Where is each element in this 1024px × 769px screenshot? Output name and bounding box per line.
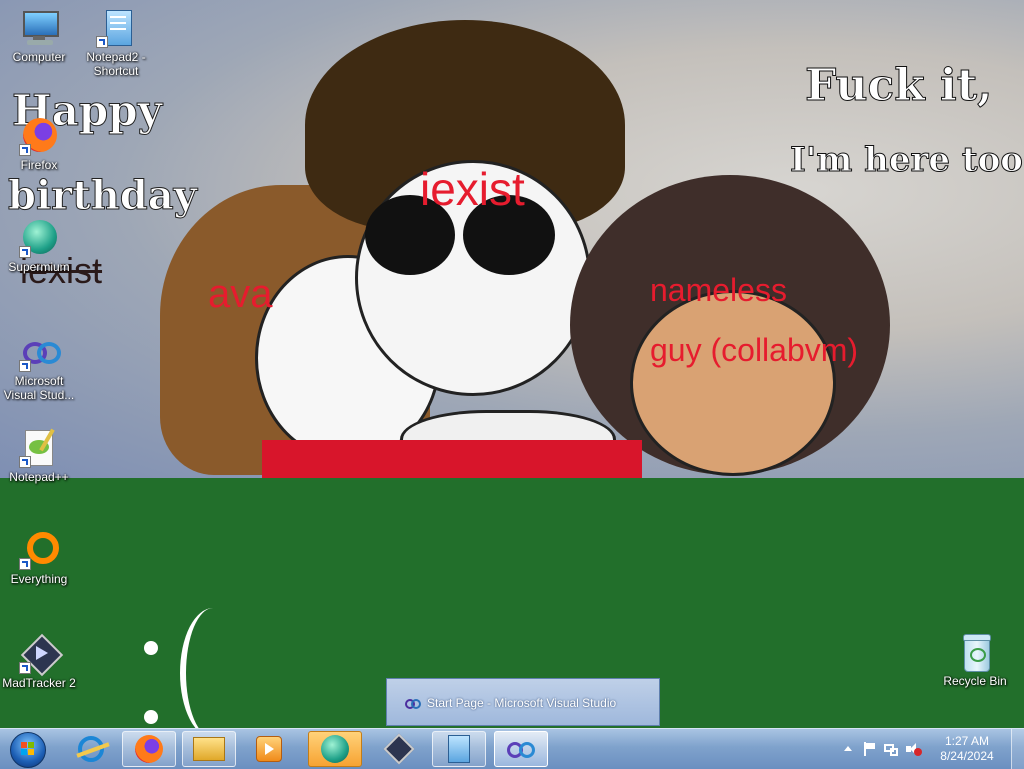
red-collar	[262, 440, 642, 478]
taskbar-thumbnail-preview[interactable]: Start Page - Microsoft Visual Studio	[386, 678, 660, 726]
supermium-icon	[19, 218, 59, 258]
label-iexist: iexist	[420, 163, 525, 215]
desktop-icon-notepad2[interactable]: Notepad2 - Shortcut	[78, 8, 154, 78]
file-explorer-icon	[193, 737, 225, 761]
handwriting-here-too: I'm here too	[790, 140, 1024, 181]
sad-face-dot-top	[144, 641, 158, 655]
desktop-icon-visual-studio[interactable]: Microsoft Visual Stud...	[1, 332, 77, 402]
desktop-icon-label: Notepad++	[9, 470, 69, 484]
show-hidden-icons-chevron-icon[interactable]	[844, 746, 852, 751]
desktop-icon-label: Firefox	[20, 158, 58, 172]
handwriting-fuck-it: Fuck it,	[804, 60, 993, 112]
show-desktop-button[interactable]	[1011, 729, 1024, 769]
desktop-icon-computer[interactable]: Computer	[1, 8, 77, 64]
madtracker-icon	[383, 733, 415, 765]
desktop-icon-everything[interactable]: Everything	[1, 530, 77, 586]
supermium-icon	[321, 735, 349, 763]
visual-studio-icon	[19, 332, 61, 372]
computer-icon	[19, 8, 59, 48]
clock-time: 1:27 AM	[944, 734, 990, 748]
taskbar-button-firefox[interactable]	[122, 731, 176, 767]
taskbar-button-notepad2[interactable]	[432, 731, 486, 767]
thumbnail-title: Start Page - Microsoft Visual Studio	[427, 696, 617, 710]
firefox-icon	[135, 735, 163, 763]
recycle-bin-icon	[955, 632, 995, 672]
desktop-wallpaper: ava iexist nameless guy (collabvm) iexis…	[0, 0, 1024, 728]
notepad2-icon	[96, 8, 136, 48]
system-tray: 1:27 AM 8/24/2024	[834, 729, 1024, 769]
desktop-icon-label: Microsoft Visual Stud...	[3, 374, 75, 402]
desktop-icon-supermium[interactable]: Supermium	[1, 218, 77, 274]
start-button[interactable]	[4, 730, 50, 768]
visual-studio-icon	[405, 699, 421, 709]
desktop-icon-label: Everything	[10, 572, 68, 586]
label-nameless: nameless	[650, 272, 787, 308]
clock[interactable]: 1:27 AM 8/24/2024	[932, 734, 1002, 764]
volume-muted-icon[interactable]	[906, 742, 922, 756]
desktop-icon-recycle-bin[interactable]: Recycle Bin	[937, 632, 1013, 688]
label-ava: ava	[208, 272, 273, 316]
desktop-icon-notepad-plus-plus[interactable]: Notepad++	[1, 428, 77, 484]
desktop-icon-label: Computer	[12, 50, 66, 64]
everything-icon	[19, 530, 59, 570]
taskbar-button-file-explorer[interactable]	[182, 731, 236, 767]
taskbar-button-internet-explorer[interactable]	[64, 731, 118, 767]
visual-studio-icon	[507, 742, 535, 758]
desktop-icon-label: Supermium	[8, 260, 70, 274]
taskbar-button-madtracker[interactable]	[372, 731, 426, 767]
handwriting-birthday: birthday	[8, 172, 198, 220]
taskbar-button-media-player[interactable]	[242, 731, 296, 767]
sad-face-dot-bottom	[144, 710, 158, 724]
internet-explorer-icon	[76, 736, 110, 762]
network-icon[interactable]	[884, 742, 898, 756]
taskbar: 1:27 AM 8/24/2024	[0, 728, 1024, 769]
madtracker-icon	[19, 633, 64, 677]
taskbar-button-visual-studio[interactable]	[494, 731, 548, 767]
desktop-icon-label: Notepad2 - Shortcut	[86, 50, 146, 78]
character-right-face	[630, 290, 836, 476]
desktop-icon-madtracker[interactable]: MadTracker 2	[1, 633, 77, 690]
desktop-icon-label: MadTracker 2	[2, 676, 76, 690]
notepad-plus-plus-icon	[19, 428, 59, 468]
desktop-icon-firefox[interactable]: Firefox	[1, 116, 77, 172]
taskbar-button-supermium[interactable]	[308, 731, 362, 767]
windows-logo-icon	[10, 732, 46, 768]
clock-date: 8/24/2024	[940, 749, 994, 763]
action-center-flag-icon[interactable]	[862, 742, 876, 756]
firefox-icon	[19, 116, 59, 156]
notepad2-icon	[448, 735, 470, 763]
desktop-icon-label: Recycle Bin	[943, 674, 1007, 688]
media-player-icon	[256, 736, 282, 762]
sad-face-paren	[180, 608, 246, 728]
label-guy: guy (collabvm)	[650, 332, 859, 368]
